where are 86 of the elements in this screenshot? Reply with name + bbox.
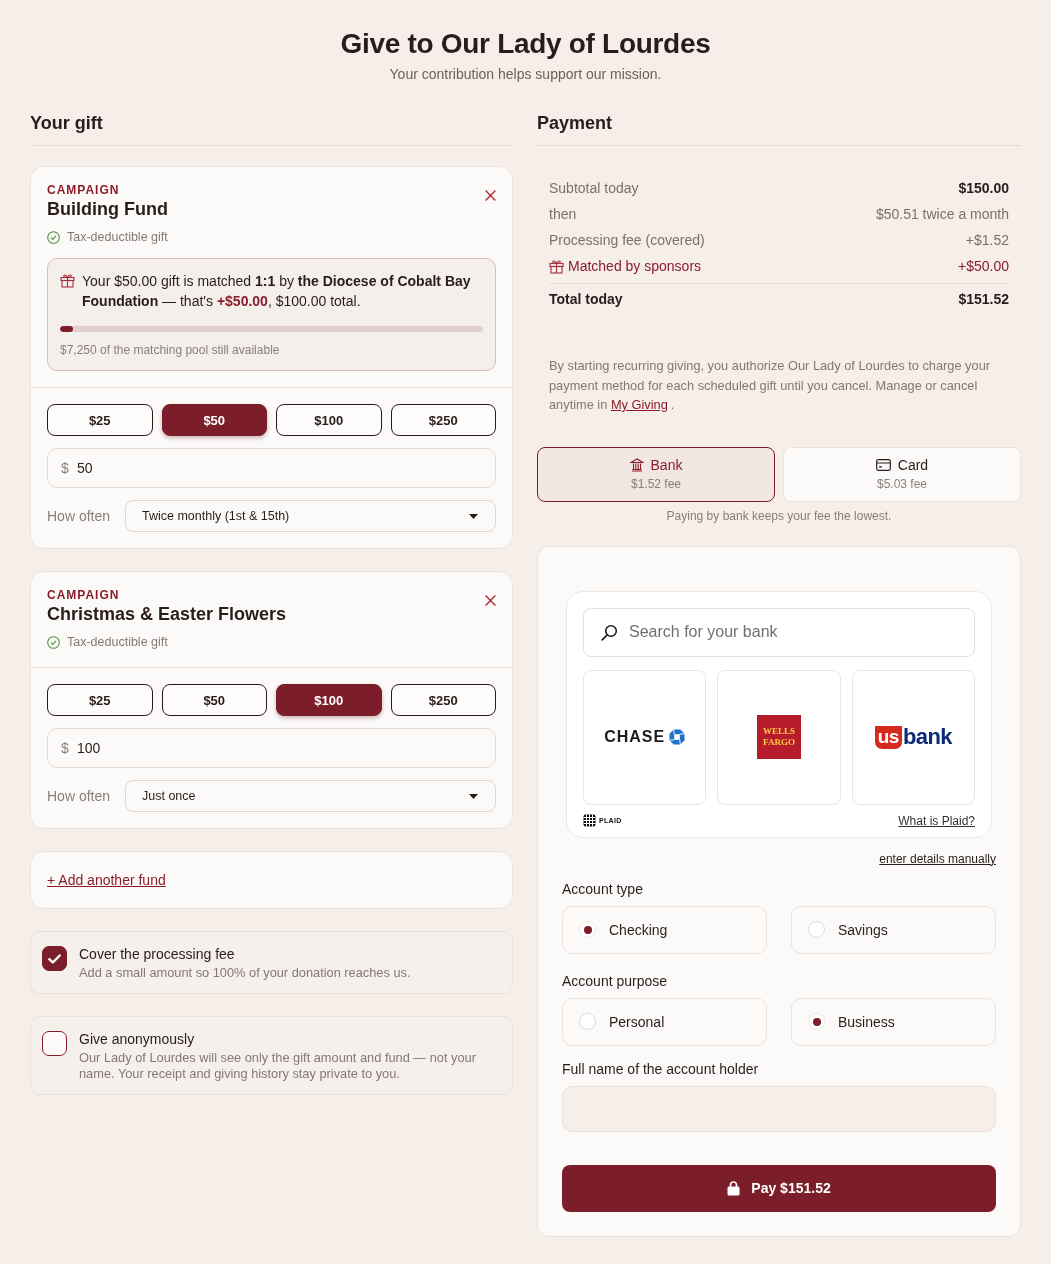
tax-deductible-note: Tax-deductible gift: [67, 229, 168, 246]
field-label: Account type: [562, 879, 643, 899]
option-description: Our Lady of Lourdes will see only the gift amount and fund — not your name. Your receipt and giving history stay private to you.: [79, 1050, 477, 1082]
section-heading: Your gift: [30, 112, 103, 135]
check-circle-icon: [47, 230, 60, 244]
tax-deductible-note: Tax-deductible gift: [67, 634, 168, 651]
account-purpose-option[interactable]: Business: [791, 997, 996, 1046]
frequency-dropdown[interactable]: Twice monthly (1st & 15th): [125, 500, 496, 532]
amount-preset-button[interactable]: $250: [390, 684, 496, 716]
check-circle-icon: [47, 635, 60, 649]
fund-name: Christmas & Easter Flowers: [47, 603, 287, 625]
payment-method-tab[interactable]: Bank $1.52 fee: [537, 446, 775, 502]
page-subtitle: Your contribution helps support our mission.: [389, 65, 662, 84]
amount-preset-button[interactable]: $50: [161, 404, 267, 436]
summary-value: +$50.00: [958, 257, 1009, 276]
section-heading: Payment: [537, 112, 613, 135]
summary-label: Total today: [549, 290, 623, 309]
credit-card-icon: [875, 459, 891, 471]
amount-preset-button[interactable]: $50: [161, 684, 267, 716]
frequency-label: How often: [47, 787, 112, 805]
currency-symbol: $: [61, 459, 69, 477]
page-title: Give to Our Lady of Lourdes: [340, 28, 711, 60]
bank-logo-shield: us: [874, 725, 902, 749]
summary-label: Matched by sponsors: [568, 257, 702, 276]
bank-search-field[interactable]: Search for your bank: [583, 607, 975, 657]
pay-button[interactable]: Pay $151.52: [562, 1164, 996, 1212]
matching-pool-note: $7,250 of the matching pool still available: [60, 342, 280, 358]
manual-entry-link[interactable]: enter details manually: [879, 850, 996, 867]
caret-down-icon: [469, 793, 478, 799]
fund-category: CAMPAIGN: [47, 587, 120, 603]
bank-tile[interactable]: WELLS FARGO: [717, 669, 841, 805]
radio-button[interactable]: [579, 921, 596, 938]
summary-label: Subtotal today: [549, 179, 639, 198]
match-message: Your $50.00 gift is matched 1:1 by the Diocese of Cobalt Bay Foundation — that's +$50.00, $100.00 total.: [82, 272, 472, 311]
radio-button[interactable]: [579, 1013, 596, 1030]
add-fund-link[interactable]: + Add another fund: [47, 868, 166, 892]
octagon-logo-icon: [669, 729, 686, 745]
account-holder-name-field[interactable]: [562, 1085, 996, 1132]
payment-method-note: Paying by bank keeps your fee the lowest.: [666, 507, 892, 524]
bank-tile[interactable]: us bank: [851, 669, 975, 805]
bank-logo: WELLS FARGO: [757, 715, 801, 759]
summary-value: $50.51 twice a month: [875, 205, 1009, 224]
account-purpose-option[interactable]: Personal: [562, 997, 767, 1046]
bank-wordmark: CHASE: [604, 728, 666, 746]
close-icon: [484, 594, 496, 606]
option-title: Give anonymously: [79, 1030, 195, 1048]
caret-down-icon: [469, 513, 478, 519]
checkbox[interactable]: [42, 1031, 67, 1056]
amount-preset-button[interactable]: $100: [276, 404, 382, 436]
my-giving-link[interactable]: My Giving: [610, 397, 671, 412]
frequency-label: How often: [47, 507, 112, 525]
field-label: Full name of the account holder: [562, 1059, 759, 1079]
checkmark-icon: [48, 953, 61, 964]
summary-value: $151.52: [958, 290, 1009, 309]
bank-tile[interactable]: CHASE: [583, 669, 707, 805]
gift-icon: [549, 258, 564, 274]
fund-name: Building Fund: [47, 198, 168, 220]
summary-label: Processing fee (covered): [549, 231, 705, 250]
gift-icon: [60, 273, 75, 288]
field-label: Account purpose: [562, 971, 668, 991]
radio-button[interactable]: [808, 1013, 825, 1030]
frequency-dropdown[interactable]: Just once: [125, 780, 496, 812]
account-type-option[interactable]: Savings: [791, 905, 996, 954]
summary-value: +$1.52: [965, 231, 1009, 250]
payment-method-tab[interactable]: Card $5.03 fee: [783, 446, 1021, 502]
summary-value: $150.00: [958, 179, 1009, 198]
fund-category: CAMPAIGN: [47, 182, 120, 198]
summary-label: then: [549, 205, 577, 224]
option-title: Cover the processing fee: [79, 945, 235, 963]
padlock-icon: [727, 1180, 741, 1196]
bank-wordmark: bank: [902, 725, 952, 749]
currency-symbol: $: [61, 739, 69, 757]
account-type-option[interactable]: Checking: [562, 905, 767, 954]
plaid-help-link[interactable]: What is Plaid?: [898, 812, 975, 829]
amount-preset-button[interactable]: $25: [47, 684, 153, 716]
authorization-text: By starting recurring giving, you authorize Our Lady of Lourdes to charge your payment method for each scheduled gift until you cancel. Manage or cancel anytime in My Giving .: [549, 357, 992, 414]
amount-preset-button[interactable]: $100: [276, 684, 382, 716]
bank-building-icon: [629, 458, 644, 472]
checkbox[interactable]: [42, 946, 67, 971]
amount-preset-button[interactable]: $250: [390, 404, 496, 436]
search-icon: [601, 623, 618, 641]
option-description: Add a small amount so 100% of your donation reaches us.: [79, 965, 411, 981]
amount-preset-button[interactable]: $25: [47, 404, 153, 436]
radio-button[interactable]: [808, 921, 825, 938]
checkered-logo-icon: [583, 814, 596, 827]
close-icon: [484, 189, 496, 201]
